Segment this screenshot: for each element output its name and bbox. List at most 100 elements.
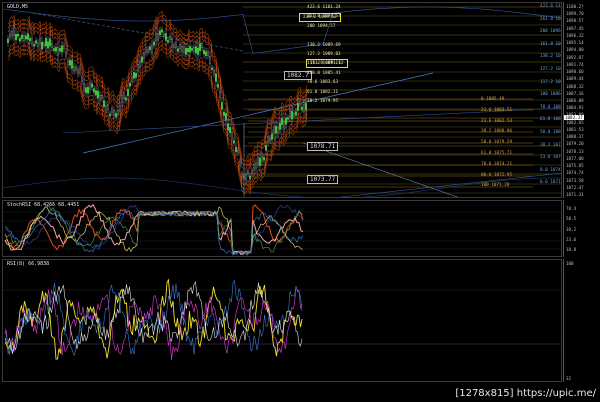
candle-body: [133, 72, 135, 79]
rsi-canvas[interactable]: [3, 260, 562, 382]
candle-body: [131, 77, 133, 82]
price-chart-canvas[interactable]: [3, 3, 562, 198]
price-chart-pane[interactable]: GOLD,M5 238.2 1099.62 161.8 1091.12 1082…: [2, 2, 562, 198]
candle-body: [7, 38, 9, 44]
candle-body: [233, 140, 235, 144]
candle-body: [187, 48, 189, 53]
candle-body: [93, 88, 95, 93]
stochrsi-pane[interactable]: StochRSI 68.4266 68.4451: [2, 200, 562, 257]
symbol-label: GOLD,M5: [7, 4, 29, 10]
fib-level-label: 23.6 1082.54: [481, 118, 513, 124]
candle-body: [67, 60, 69, 65]
scale-tick: 58.5: [566, 216, 577, 222]
candle-body: [251, 170, 253, 174]
stochrsi-scale[interactable]: 78.4 58.5 38.2 23.6 18.8: [563, 200, 599, 257]
candle-body: [247, 170, 249, 174]
candle-body: [35, 40, 37, 44]
fib-level-label: 23.6 1083.51: [481, 107, 513, 113]
fib-level-label: 200 1094.57: [307, 23, 336, 29]
scale-tick: 100: [566, 261, 574, 266]
candle-body: [19, 37, 21, 42]
candle-body: [155, 33, 157, 42]
candle-body: [223, 112, 225, 117]
scale-tick: 1078.13: [566, 148, 584, 154]
price-scale[interactable]: 1100.2? 1099.70 1098.57 1097.45 1096.32 1095.…: [563, 2, 599, 198]
candle-body: [291, 111, 293, 120]
scale-tick: 1087.16: [566, 90, 584, 96]
candle-body: [191, 48, 193, 51]
candle-body: [105, 105, 107, 113]
candle-body: [237, 150, 239, 154]
scale-tick: 1075.85: [566, 163, 584, 169]
band-upper: [7, 18, 308, 171]
candle-body: [115, 113, 117, 118]
candle-body: [213, 70, 215, 75]
fib-level-label: 261.8 1094.57: [307, 14, 341, 20]
candle-body: [279, 122, 281, 130]
scale-tick: 1077.00: [566, 155, 584, 161]
trendline-up: [82, 72, 434, 154]
candle-body: [275, 125, 277, 134]
candle-body: [129, 82, 131, 87]
candle-body: [263, 157, 265, 161]
candle-body: [85, 87, 87, 93]
candle-body: [15, 34, 17, 41]
scale-tick: 1099.70: [566, 11, 584, 17]
candle-body: [97, 90, 99, 99]
fib-level-label: 0.0 1074.28: [540, 167, 561, 173]
candle-body: [75, 66, 77, 71]
candle-body: [21, 34, 23, 39]
candle-body: [125, 97, 127, 101]
candle-body: [83, 83, 85, 91]
candle-body: [17, 33, 19, 37]
candle-body: [27, 33, 29, 40]
candle-body: [137, 64, 139, 72]
scale-tick: 23.6: [566, 236, 577, 242]
candle-body: [165, 33, 167, 41]
fib-level-label: 127.2 1089.03: [307, 52, 341, 57]
rsi-pane[interactable]: RSI(8) 66.9838: [2, 259, 562, 382]
candle-body: [73, 66, 75, 72]
candle-body: [139, 60, 141, 68]
fib-level-label: 38.2 1079.52: [540, 142, 561, 148]
scale-tick: 1089.44: [566, 76, 584, 82]
candle-body: [69, 59, 71, 66]
candle-body: [43, 43, 45, 46]
scale-tick: 1073.58: [566, 177, 584, 183]
trading-terminal-window: GOLD,M5 238.2 1099.62 161.8 1091.12 1082…: [0, 0, 600, 402]
candle-body: [109, 113, 111, 117]
candle-body: [285, 118, 287, 125]
candle-body: [59, 48, 61, 52]
scale-tick: 1084.91: [566, 105, 584, 111]
candle-body: [153, 41, 155, 46]
candle-body: [245, 174, 247, 180]
candle-body: [149, 46, 151, 51]
fib-level-label: 50.0 1079.29: [481, 140, 513, 146]
candle-body: [63, 45, 65, 49]
candle-body: [241, 173, 243, 178]
candle-body: [201, 44, 203, 49]
candle-body: [257, 157, 259, 164]
scale-tick: 18.8: [566, 247, 577, 252]
candle-body: [197, 47, 199, 55]
candle-body: [123, 92, 125, 99]
candle-body: [111, 108, 113, 113]
candle-body: [203, 50, 205, 55]
candle-body: [25, 35, 27, 40]
fib-level-label: 117.2 1087.11: [307, 61, 341, 67]
stochrsi-canvas[interactable]: [3, 201, 562, 257]
candle-body: [177, 48, 179, 52]
candle-body: [169, 36, 171, 40]
fib-level-label: 61.8 1082.11: [307, 89, 339, 95]
candle-body: [273, 126, 275, 134]
fib-level-label: 38.2 1079.95: [307, 99, 339, 104]
scale-tick: 1097.45: [566, 25, 584, 31]
candle-body: [189, 46, 191, 53]
current-price-flag: 1083.37: [564, 115, 584, 120]
candle-body: [199, 43, 201, 52]
rsi-scale[interactable]: 100 32: [563, 259, 599, 382]
candle-body: [37, 42, 39, 47]
fib-level-label: 161.8 1093.04: [540, 41, 561, 47]
candle-body: [229, 127, 231, 134]
scale-tick: 1080.37: [566, 134, 584, 140]
